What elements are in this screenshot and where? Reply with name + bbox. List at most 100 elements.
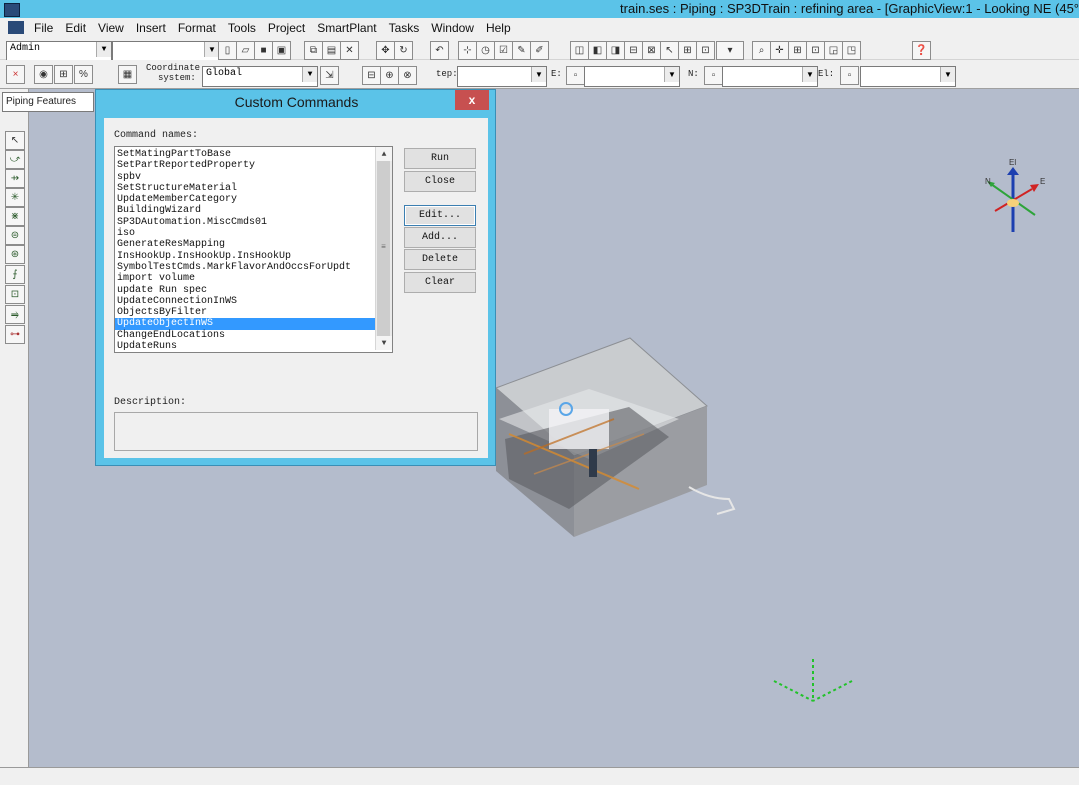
app-icon[interactable] <box>4 3 20 17</box>
rect-mode-icon[interactable]: ⊟ <box>362 66 381 85</box>
snap-icon[interactable]: % <box>74 65 93 84</box>
command-list-item[interactable]: SetStructureMaterial <box>115 183 375 194</box>
command-list-item[interactable]: iso <box>115 228 375 239</box>
chevron-down-icon[interactable]: ▼ <box>204 42 219 57</box>
command-list-item[interactable]: SetPartReportedProperty <box>115 160 375 171</box>
chevron-down-icon[interactable]: ▼ <box>376 336 392 350</box>
check-icon[interactable]: ☑ <box>494 41 513 60</box>
dropdown-icon[interactable]: ▾ <box>716 41 744 60</box>
scroll-thumb[interactable]: ≡ <box>377 161 390 336</box>
menu-edit[interactable]: Edit <box>59 21 92 35</box>
insert-instrument-icon[interactable]: ⊜ <box>5 226 25 245</box>
zoom-icon[interactable]: ⌕ <box>752 41 771 60</box>
chevron-down-icon[interactable]: ▼ <box>302 67 317 82</box>
relative-icon[interactable]: ⇲ <box>320 66 339 85</box>
el-combo[interactable]: ▼ <box>860 66 956 87</box>
close-button[interactable]: Close <box>404 171 476 192</box>
role-combo[interactable]: Admin ▼ <box>6 41 112 62</box>
print-icon[interactable]: ▣ <box>272 41 291 60</box>
arrow-icon[interactable]: ↖ <box>660 41 679 60</box>
clock-icon[interactable]: ◷ <box>476 41 495 60</box>
e-combo[interactable]: ▼ <box>584 66 680 87</box>
coordinate-system-combo[interactable]: Global ▼ <box>202 66 318 87</box>
document-icon[interactable] <box>8 21 24 34</box>
insert-tap-icon[interactable]: ⋇ <box>5 207 25 226</box>
measure-icon[interactable]: ⊹ <box>458 41 477 60</box>
chevron-down-icon[interactable]: ▼ <box>802 67 817 82</box>
command-list-item[interactable]: SetMatingPartToBase <box>115 149 375 160</box>
rotate-icon[interactable]: ↻ <box>394 41 413 60</box>
open-icon[interactable]: ▱ <box>236 41 255 60</box>
spherical-mode-icon[interactable]: ⊕ <box>380 66 399 85</box>
chevron-down-icon[interactable]: ▼ <box>96 42 111 57</box>
render-icon[interactable]: ◳ <box>842 41 861 60</box>
insert-support-icon[interactable]: ⊛ <box>5 245 25 264</box>
menu-insert[interactable]: Insert <box>130 21 172 35</box>
copy-icon[interactable]: ⧉ <box>304 41 323 60</box>
insert-component-icon[interactable]: ⇸ <box>5 169 25 188</box>
command-list-item[interactable]: UpdateConnectionInWS <box>115 296 375 307</box>
view2-icon[interactable]: ◧ <box>588 41 607 60</box>
pan-icon[interactable]: ✛ <box>770 41 789 60</box>
chevron-up-icon[interactable]: ▲ <box>376 147 392 161</box>
target-icon[interactable]: ◉ <box>34 65 53 84</box>
command-list-item[interactable]: UpdateObjectInWS <box>115 318 375 330</box>
clear-button[interactable]: Clear <box>404 272 476 293</box>
filter-combo[interactable]: ▼ <box>112 41 220 62</box>
insert-spool-icon[interactable]: ⊡ <box>5 285 25 304</box>
chevron-down-icon[interactable]: ▼ <box>940 67 955 82</box>
menu-help[interactable]: Help <box>480 21 517 35</box>
model-box[interactable] <box>495 337 736 537</box>
command-list-item[interactable]: spbv <box>115 172 375 183</box>
route-icon[interactable]: ⤻ <box>5 150 25 169</box>
menu-tasks[interactable]: Tasks <box>383 21 426 35</box>
menu-window[interactable]: Window <box>425 21 480 35</box>
command-list[interactable]: SetMatingPartToBase SetPartReportedProper… <box>114 146 393 353</box>
move-icon[interactable]: ✥ <box>376 41 395 60</box>
select-icon[interactable]: ↖ <box>5 131 25 150</box>
edit-button[interactable]: Edit... <box>404 205 476 226</box>
camera-icon[interactable]: ◲ <box>824 41 843 60</box>
new-icon[interactable]: ▯ <box>218 41 237 60</box>
el-lock-icon[interactable]: ▫ <box>840 66 859 85</box>
filter-icon[interactable]: ⊟ <box>624 41 643 60</box>
delete-icon[interactable]: ✕ <box>340 41 359 60</box>
n-lock-icon[interactable]: ▫ <box>704 66 723 85</box>
view3-icon[interactable]: ◨ <box>606 41 625 60</box>
command-list-scrollbar[interactable]: ▲ ≡ ▼ <box>375 147 392 350</box>
menu-tools[interactable]: Tools <box>222 21 262 35</box>
command-list-item[interactable]: UpdateRuns <box>115 341 375 352</box>
view-icon[interactable]: ◫ <box>570 41 589 60</box>
workspace-icon[interactable]: ⊠ <box>642 41 661 60</box>
menu-smartplant[interactable]: SmartPlant <box>311 21 382 35</box>
save-icon[interactable]: ■ <box>254 41 273 60</box>
command-list-item[interactable]: ChangeEndLocations <box>115 330 375 341</box>
command-list-item[interactable]: ObjectsByFilter <box>115 307 375 318</box>
zoom-area-icon[interactable]: ⊡ <box>806 41 825 60</box>
insert-specialty-icon[interactable]: ✳ <box>5 188 25 207</box>
command-list-item[interactable]: InsHookUp.InsHookUp.InsHookUp <box>115 251 375 262</box>
connect-icon[interactable]: ⊶ <box>5 325 25 344</box>
command-list-item[interactable]: update Run spec <box>115 285 375 296</box>
help-icon[interactable]: ❓ <box>912 41 931 60</box>
fit-icon[interactable]: ⊞ <box>788 41 807 60</box>
grid-icon[interactable]: ⊞ <box>678 41 697 60</box>
edit-icon[interactable]: ✎ <box>512 41 531 60</box>
command-list-item[interactable]: import volume <box>115 273 375 284</box>
command-list-item[interactable]: SymbolTestCmds.MarkFlavorAndOccsForUpdt <box>115 262 375 273</box>
grid-icon[interactable]: ⊞ <box>54 65 73 84</box>
delete-button[interactable]: Delete <box>404 249 476 270</box>
layer-icon[interactable]: ⊡ <box>696 41 715 60</box>
add-button[interactable]: Add... <box>404 227 476 248</box>
command-list-item[interactable]: GenerateResMapping <box>115 239 375 250</box>
pencil-icon[interactable]: ✐ <box>530 41 549 60</box>
close-icon[interactable]: x <box>455 90 489 110</box>
menu-view[interactable]: View <box>92 21 130 35</box>
command-list-item[interactable]: UpdateMemberCategory <box>115 194 375 205</box>
menu-format[interactable]: Format <box>172 21 222 35</box>
insert-feature-icon[interactable]: ⥤ <box>5 305 25 324</box>
n-combo[interactable]: ▼ <box>722 66 818 87</box>
undo-icon[interactable]: ↶ <box>430 41 449 60</box>
cylindrical-mode-icon[interactable]: ⊗ <box>398 66 417 85</box>
paste-icon[interactable]: ▤ <box>322 41 341 60</box>
